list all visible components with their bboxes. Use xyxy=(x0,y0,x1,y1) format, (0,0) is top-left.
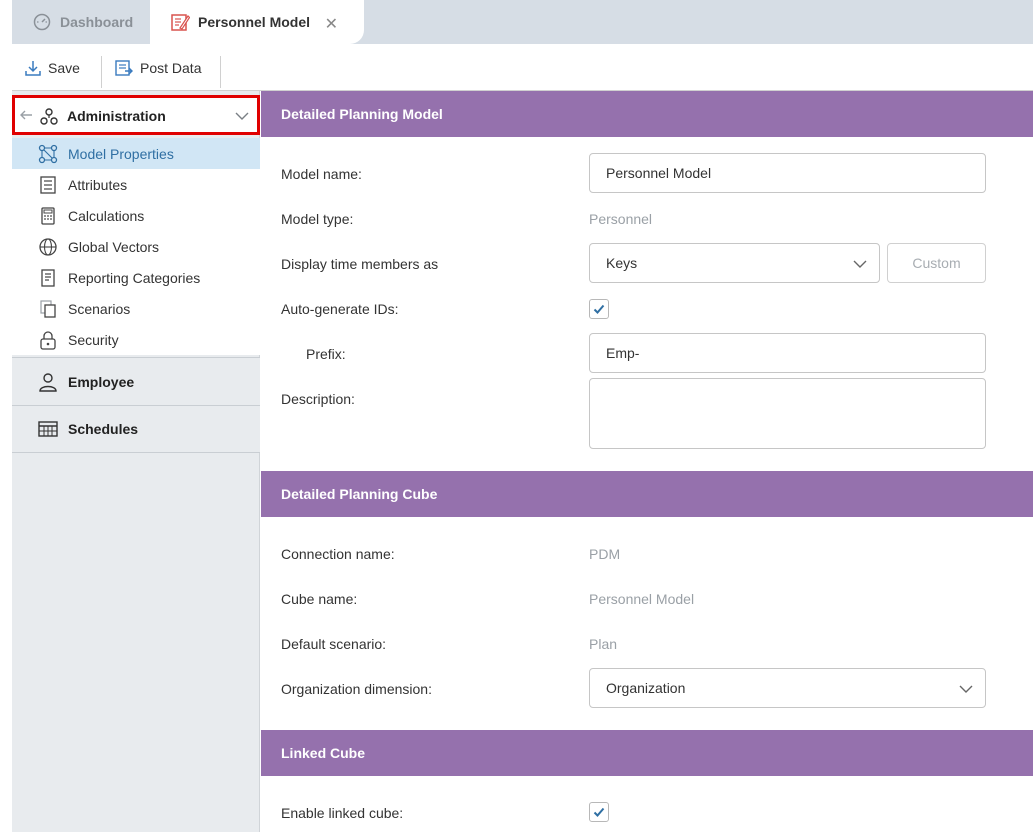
sidebar-item-reporting-categories[interactable]: Reporting Categories xyxy=(12,262,260,293)
sidebar-section-schedules[interactable]: Schedules xyxy=(12,405,260,453)
default-scenario-label: Default scenario: xyxy=(281,636,387,652)
dashboard-gauge-icon xyxy=(32,12,52,32)
section-header-planning-cube: Detailed Planning Cube xyxy=(261,471,1033,517)
tab-bar: Dashboard Personnel Model ✕ xyxy=(12,0,1033,44)
administration-submenu: Model Properties Attributes Calculations… xyxy=(12,138,260,355)
custom-button[interactable]: Custom xyxy=(887,243,986,283)
prefix-input[interactable]: Emp- xyxy=(589,333,986,373)
chevron-down-icon xyxy=(959,682,973,699)
description-textarea[interactable] xyxy=(589,378,986,449)
sidebar-header-administration[interactable]: Administration xyxy=(12,95,260,135)
sidebar-item-label: Calculations xyxy=(68,207,145,224)
tab-personnel-model[interactable]: Personnel Model ✕ xyxy=(150,0,364,44)
scenarios-copy-icon xyxy=(40,299,56,318)
section-title: Detailed Planning Cube xyxy=(281,486,438,502)
checkmark-icon xyxy=(593,304,605,314)
display-time-value: Keys xyxy=(606,255,638,271)
sidebar-item-calculations[interactable]: Calculations xyxy=(12,200,260,231)
model-properties-icon xyxy=(38,144,58,163)
section-header-linked-cube: Linked Cube xyxy=(261,730,1033,776)
connection-name-label: Connection name: xyxy=(281,546,395,562)
main-panel: Detailed Planning Model Model name: Pers… xyxy=(261,91,1033,832)
organization-dimension-label: Organization dimension: xyxy=(281,681,432,697)
sidebar-header-label: Administration xyxy=(67,108,166,124)
toolbar: Save Post Data xyxy=(12,44,1033,91)
globe-icon xyxy=(39,237,57,256)
sidebar-item-model-properties[interactable]: Model Properties xyxy=(12,138,260,169)
enable-linked-cube-label: Enable linked cube: xyxy=(281,805,404,821)
display-time-select[interactable]: Keys xyxy=(589,243,880,283)
calculator-icon xyxy=(41,206,55,225)
enable-linked-cube-checkbox[interactable] xyxy=(589,802,609,822)
default-scenario-value: Plan xyxy=(589,636,618,652)
model-type-value: Personnel xyxy=(589,211,653,227)
auto-ids-checkbox[interactable] xyxy=(589,299,609,319)
organization-dimension-value: Organization xyxy=(606,680,686,696)
sidebar-item-label: Model Properties xyxy=(68,145,174,162)
cube-name-value: Personnel Model xyxy=(589,591,695,607)
model-name-value: Personnel Model xyxy=(606,165,712,181)
toolbar-divider xyxy=(101,56,102,88)
description-label: Description: xyxy=(281,391,355,407)
save-label: Save xyxy=(48,59,80,76)
cube-name-label: Cube name: xyxy=(281,591,358,607)
model-edit-icon xyxy=(170,12,190,32)
tab-dashboard-label: Dashboard xyxy=(60,14,134,30)
custom-button-label: Custom xyxy=(912,255,961,271)
auto-ids-label: Auto-generate IDs: xyxy=(281,301,399,317)
section-header-planning-model: Detailed Planning Model xyxy=(261,91,1033,137)
model-type-label: Model type: xyxy=(281,211,354,227)
sidebar-item-security[interactable]: Security xyxy=(12,324,260,355)
chevron-down-icon[interactable] xyxy=(235,109,249,126)
prefix-label: Prefix: xyxy=(306,346,346,362)
sidebar: Administration Model Properties Attribut… xyxy=(12,91,260,832)
sidebar-item-label: Security xyxy=(68,331,119,348)
sidebar-section-label: Employee xyxy=(68,373,135,390)
model-name-label: Model name: xyxy=(281,166,362,182)
person-icon xyxy=(39,372,57,392)
chevron-down-icon xyxy=(853,257,867,274)
save-button[interactable]: Save xyxy=(24,44,80,91)
sidebar-item-label: Scenarios xyxy=(68,300,131,317)
lock-icon xyxy=(40,330,56,350)
sidebar-item-attributes[interactable]: Attributes xyxy=(12,169,260,200)
sidebar-item-label: Reporting Categories xyxy=(68,269,201,286)
section-title: Linked Cube xyxy=(281,745,366,761)
connection-name-value: PDM xyxy=(589,546,621,562)
toolbar-divider xyxy=(220,56,221,88)
calendar-grid-icon xyxy=(38,421,58,437)
organization-dimension-select[interactable]: Organization xyxy=(589,668,986,708)
attributes-list-icon xyxy=(40,175,56,194)
post-data-label: Post Data xyxy=(140,59,202,76)
report-icon xyxy=(41,268,55,287)
close-icon[interactable]: ✕ xyxy=(325,14,338,34)
section-title: Detailed Planning Model xyxy=(281,106,443,122)
display-time-label: Display time members as xyxy=(281,256,439,272)
sidebar-item-global-vectors[interactable]: Global Vectors xyxy=(12,231,260,262)
post-data-button[interactable]: Post Data xyxy=(114,44,201,91)
back-arrow-icon[interactable] xyxy=(19,108,33,125)
sidebar-item-scenarios[interactable]: Scenarios xyxy=(12,293,260,324)
tab-personnel-label: Personnel Model xyxy=(198,14,311,30)
sidebar-item-label: Global Vectors xyxy=(68,238,160,255)
download-save-icon xyxy=(25,60,41,76)
post-data-icon xyxy=(115,59,133,76)
checkmark-icon xyxy=(593,807,605,817)
sidebar-item-label: Attributes xyxy=(68,176,128,193)
tab-dashboard[interactable]: Dashboard xyxy=(12,0,150,44)
prefix-value: Emp- xyxy=(606,345,640,361)
model-name-input[interactable]: Personnel Model xyxy=(589,153,986,193)
sidebar-section-employee[interactable]: Employee xyxy=(12,357,260,405)
administration-icon xyxy=(39,107,59,130)
sidebar-section-label: Schedules xyxy=(68,421,139,437)
